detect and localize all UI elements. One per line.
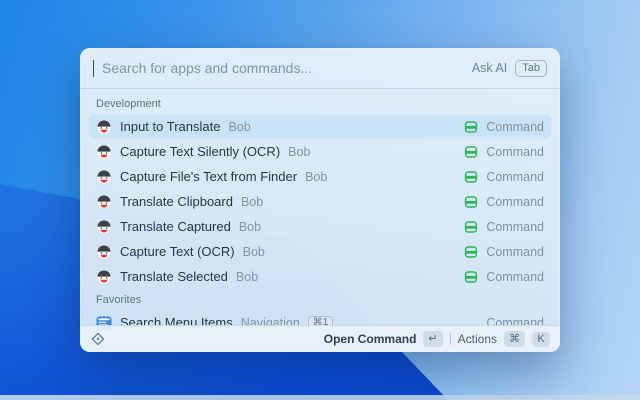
bob-face-icon [96, 269, 112, 285]
item-subtitle: Bob [228, 119, 251, 134]
launcher-window: Ask AI Tab Development Input to Translate… [80, 48, 560, 352]
command-green-icon [464, 195, 478, 209]
footer-divider [449, 333, 451, 345]
search-bar: Ask AI Tab [80, 48, 560, 89]
item-subtitle: Bob [288, 144, 311, 159]
item-type-label: Command [486, 144, 544, 159]
list-item[interactable]: Translate Clipboard Bob Command [88, 189, 552, 214]
item-title: Translate Selected [120, 269, 228, 284]
item-subtitle: Bob [238, 219, 262, 234]
list-item[interactable]: Translate Selected Bob Command [88, 264, 552, 289]
bob-face-icon [96, 169, 112, 185]
ask-ai-label[interactable]: Ask AI [472, 61, 507, 75]
results-list: Development Input to Translate Bob Command C… [80, 89, 560, 352]
item-title: Capture Text Silently (OCR) [120, 144, 281, 159]
list-item[interactable]: Translate Captured Bob Command [88, 214, 552, 239]
bob-face-icon [96, 244, 112, 260]
bob-face-icon [96, 194, 112, 210]
text-caret [93, 59, 94, 77]
k-keycap: K [532, 331, 550, 347]
return-keycap: ↵ [423, 331, 443, 347]
cmd-keycap: ⌘ [504, 331, 525, 347]
item-title: Input to Translate [120, 119, 221, 134]
item-type-label: Command [486, 169, 544, 184]
item-type-label: Command [486, 244, 544, 259]
list-item[interactable]: Input to Translate Bob Command [88, 114, 552, 139]
command-green-icon [464, 245, 478, 259]
command-green-icon [464, 120, 478, 134]
tab-keycap: Tab [515, 59, 547, 77]
footer-bar: Open Command ↵ Actions ⌘ K [80, 325, 560, 352]
open-command-button[interactable]: Open Command [324, 332, 417, 346]
bob-face-icon [96, 144, 112, 160]
item-type-label: Command [486, 219, 544, 234]
item-type-label: Command [486, 119, 544, 134]
command-green-icon [464, 220, 478, 234]
item-subtitle: Bob [240, 194, 264, 209]
bob-face-icon [96, 219, 112, 235]
item-title: Translate Clipboard [120, 194, 233, 209]
search-input[interactable] [102, 60, 464, 76]
wallpaper-bottom-strip [0, 395, 640, 400]
item-title: Translate Captured [120, 219, 231, 234]
command-green-icon [464, 270, 478, 284]
actions-button[interactable]: Actions [458, 332, 497, 346]
section-header-development: Development [96, 98, 161, 110]
command-green-icon [464, 145, 478, 159]
list-item[interactable]: Capture Text (OCR) Bob Command [88, 239, 552, 264]
item-type-label: Command [486, 269, 544, 284]
list-item[interactable]: Capture File's Text from Finder Bob Comman… [88, 164, 552, 189]
list-item[interactable]: Capture Text Silently (OCR) Bob Command [88, 139, 552, 164]
item-subtitle: Bob [235, 269, 259, 284]
item-type-label: Command [486, 194, 544, 209]
item-title: Capture File's Text from Finder [120, 169, 298, 184]
item-title: Capture Text (OCR) [120, 244, 235, 259]
section-header-favorites: Favorites [96, 294, 142, 306]
raycast-logo-icon [90, 331, 106, 347]
item-subtitle: Bob [242, 244, 265, 259]
item-subtitle: Bob [305, 169, 328, 184]
bob-face-icon [96, 119, 112, 135]
command-green-icon [464, 170, 478, 184]
